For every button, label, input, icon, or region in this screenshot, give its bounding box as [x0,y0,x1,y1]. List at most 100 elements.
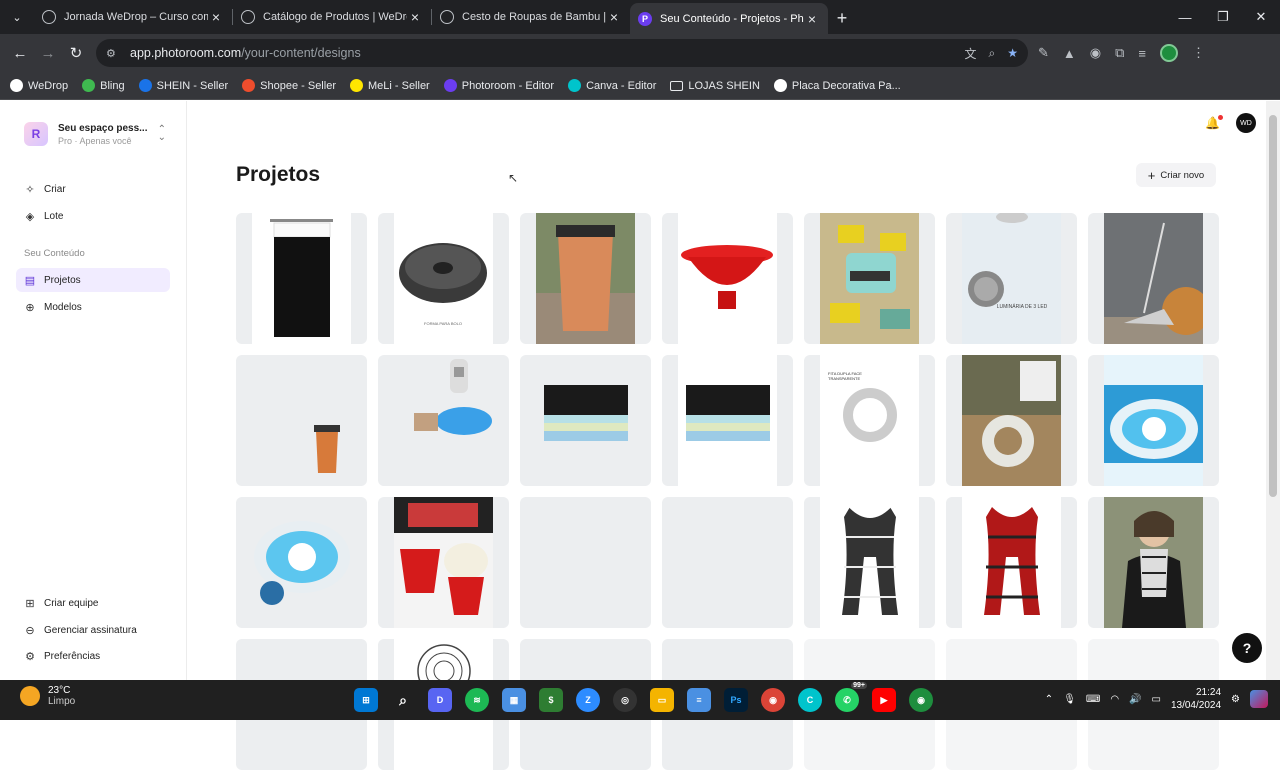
workspace-switcher[interactable]: R Seu espaço pess... Pro · Apenas você ⌃… [24,117,166,151]
tab-close-icon[interactable]: × [804,11,820,27]
tray-chevron-icon[interactable]: ⌃ [1045,694,1053,705]
project-card-folding-washer-2[interactable] [236,497,367,628]
drive-extension-icon[interactable]: ▲ [1063,46,1076,61]
bookmark-item[interactable]: Shopee - Seller [242,79,336,92]
file-explorer-icon[interactable]: ▭ [650,688,674,712]
forward-icon[interactable]: → [34,39,62,67]
project-card-black-mat-stack-2[interactable] [662,355,793,486]
tab-close-icon[interactable]: × [208,9,224,25]
shield-extension-icon[interactable]: ◉ [1090,45,1101,61]
create-new-button[interactable]: + Criar novo [1136,163,1216,187]
project-card-plaid-scarf-bw[interactable] [804,497,935,628]
reload-icon[interactable]: ↻ [62,39,90,67]
keyboard-icon[interactable]: ⌨ [1086,694,1100,705]
bookmark-item[interactable]: WeDrop [10,79,68,92]
project-card-folding-washer[interactable] [1088,355,1219,486]
microphone-icon[interactable]: 🎙 [1063,694,1076,705]
search-icon[interactable]: ⌕ [391,688,415,712]
notifications-bell-icon[interactable]: 🔔 [1205,115,1223,130]
zoom-icon[interactable]: ⌕ [989,46,996,61]
copilot-icon[interactable] [1250,690,1268,708]
bookmark-label: WeDrop [28,79,69,92]
site-info-icon[interactable]: ⚙ [106,47,120,60]
minimize-icon[interactable]: — [1166,0,1204,34]
calculator-icon[interactable]: ▦ [502,688,526,712]
terminal-icon[interactable]: $ [539,688,563,712]
tab-close-icon[interactable]: × [606,9,622,25]
browser-tab[interactable]: Jornada WeDrop – Curso comp × [34,3,232,31]
media-control-icon[interactable]: ≡ [1138,46,1146,61]
bookmark-item[interactable]: Placa Decorativa Pa... [773,79,901,92]
bookmark-item[interactable]: Photoroom - Editor [443,79,554,92]
project-card-copper-trash-bin[interactable] [520,213,651,344]
sidebar-item-projetos[interactable]: ▤ Projetos [16,268,170,292]
new-tab-button[interactable]: + [828,4,856,32]
bookmark-item[interactable]: LOJAS SHEIN [670,80,760,92]
wifi-icon[interactable]: ◠ [1110,694,1119,705]
project-card-popcorn-bowl-red[interactable] [378,497,509,628]
tab-search-icon[interactable]: ⌄ [0,0,34,34]
zoom-app-icon[interactable]: Z [576,688,600,712]
browser-tab[interactable]: P Seu Conteúdo - Projetos - Phot × [630,3,828,34]
close-window-icon[interactable]: ✕ [1242,0,1280,34]
sidebar-item-modelos[interactable]: ⊕ Modelos [16,295,170,319]
help-button[interactable]: ? [1232,633,1262,663]
project-card-soap-dispenser-sponge[interactable] [804,213,935,344]
notepad-icon[interactable]: ≡ [687,688,711,712]
browser-tab[interactable]: Catálogo de Produtos | WeDrop × [233,3,431,31]
page-scrollbar[interactable] [1266,101,1280,680]
sidebar-item-preferencias[interactable]: ⚙ Preferências [16,644,170,668]
project-card-red-popcorn-bowl[interactable] [662,213,793,344]
chrome-profile-icon[interactable]: ◉ [909,688,933,712]
project-card-nano-tape-2[interactable] [946,355,1077,486]
sidebar-item-criar[interactable]: ✧ Criar [16,177,170,201]
project-card-water-dispenser[interactable] [378,355,509,486]
project-card-cake-pan[interactable]: FORMA PARA BOLO [378,213,509,344]
sidebar-item-criar-equipe[interactable]: ⊞ Criar equipe [16,591,170,615]
project-card-led-luminaria[interactable]: LUMINÁRIA DE 3 LED [946,213,1077,344]
bookmark-star-icon[interactable]: ★ [1007,46,1018,60]
feather-extension-icon[interactable]: ✎ [1038,45,1049,61]
back-icon[interactable]: ← [6,39,34,67]
project-card-empty-2[interactable] [662,497,793,628]
weather-widget[interactable]: 23°C Limpo [20,685,75,707]
whatsapp-icon[interactable]: ✆ 99+ [835,682,867,712]
discord-icon[interactable]: D [428,688,452,712]
spotify-icon[interactable]: ≋ [465,688,489,712]
volume-icon[interactable]: 🔊 [1129,694,1141,705]
canva-icon[interactable]: C [798,688,822,712]
photoshop-icon[interactable]: Ps [724,688,748,712]
project-card-empty-1[interactable] [520,497,651,628]
obs-icon[interactable]: ◎ [613,688,637,712]
project-card-black-mat-stack[interactable] [520,355,651,486]
sidebar-item-lote[interactable]: ◈ Lote [16,204,170,228]
translate-icon[interactable]: 文 [964,45,976,62]
project-card-shower-curtain[interactable] [236,213,367,344]
profile-avatar[interactable] [1160,44,1179,62]
bookmark-item[interactable]: MeLi - Seller [349,79,430,92]
bookmark-item[interactable]: Bling [82,79,125,92]
sidebar-item-gerenciar-assinatura[interactable]: ⊖ Gerenciar assinatura [16,618,170,642]
project-card-nano-tape[interactable]: FITA DUPLA FACE TRANSPARENTE [804,355,935,486]
project-thumbnail [1104,213,1203,344]
bookmark-item[interactable]: Canva - Editor [568,79,656,92]
browser-tab[interactable]: Cesto de Roupas de Bambu | W × [432,3,630,31]
bookmark-item[interactable]: SHEIN - Seller [138,79,228,92]
puzzle-extensions-icon[interactable]: ⧉ [1115,45,1124,61]
chrome-icon[interactable]: ◉ [761,688,785,712]
notification-center-icon[interactable]: ⚙ [1231,694,1240,705]
project-card-scarf-model[interactable] [1088,497,1219,628]
project-card-plaid-scarf-red[interactable] [946,497,1077,628]
user-avatar[interactable]: WD [1236,113,1256,133]
chrome-menu-icon[interactable]: ⋮ [1192,45,1205,61]
taskbar-apps: ⊞ ⌕ D ≋ ▦ $ Z ◎ ▭ ≡ Ps ◉ C ✆ 99+ ▶ ◉ [354,682,933,712]
restore-icon[interactable]: ❐ [1204,0,1242,34]
battery-icon[interactable]: ▭ [1152,694,1161,705]
address-bar[interactable]: ⚙ app.photoroom.com/your-content/designs… [96,39,1028,67]
windows-start-icon[interactable]: ⊞ [354,688,378,712]
youtube-icon[interactable]: ▶ [872,688,896,712]
tab-close-icon[interactable]: × [407,9,423,25]
project-card-broom-mop[interactable] [1088,213,1219,344]
project-card-small-bin[interactable] [236,355,367,486]
clock[interactable]: 21:24 13/04/2024 [1171,686,1221,712]
